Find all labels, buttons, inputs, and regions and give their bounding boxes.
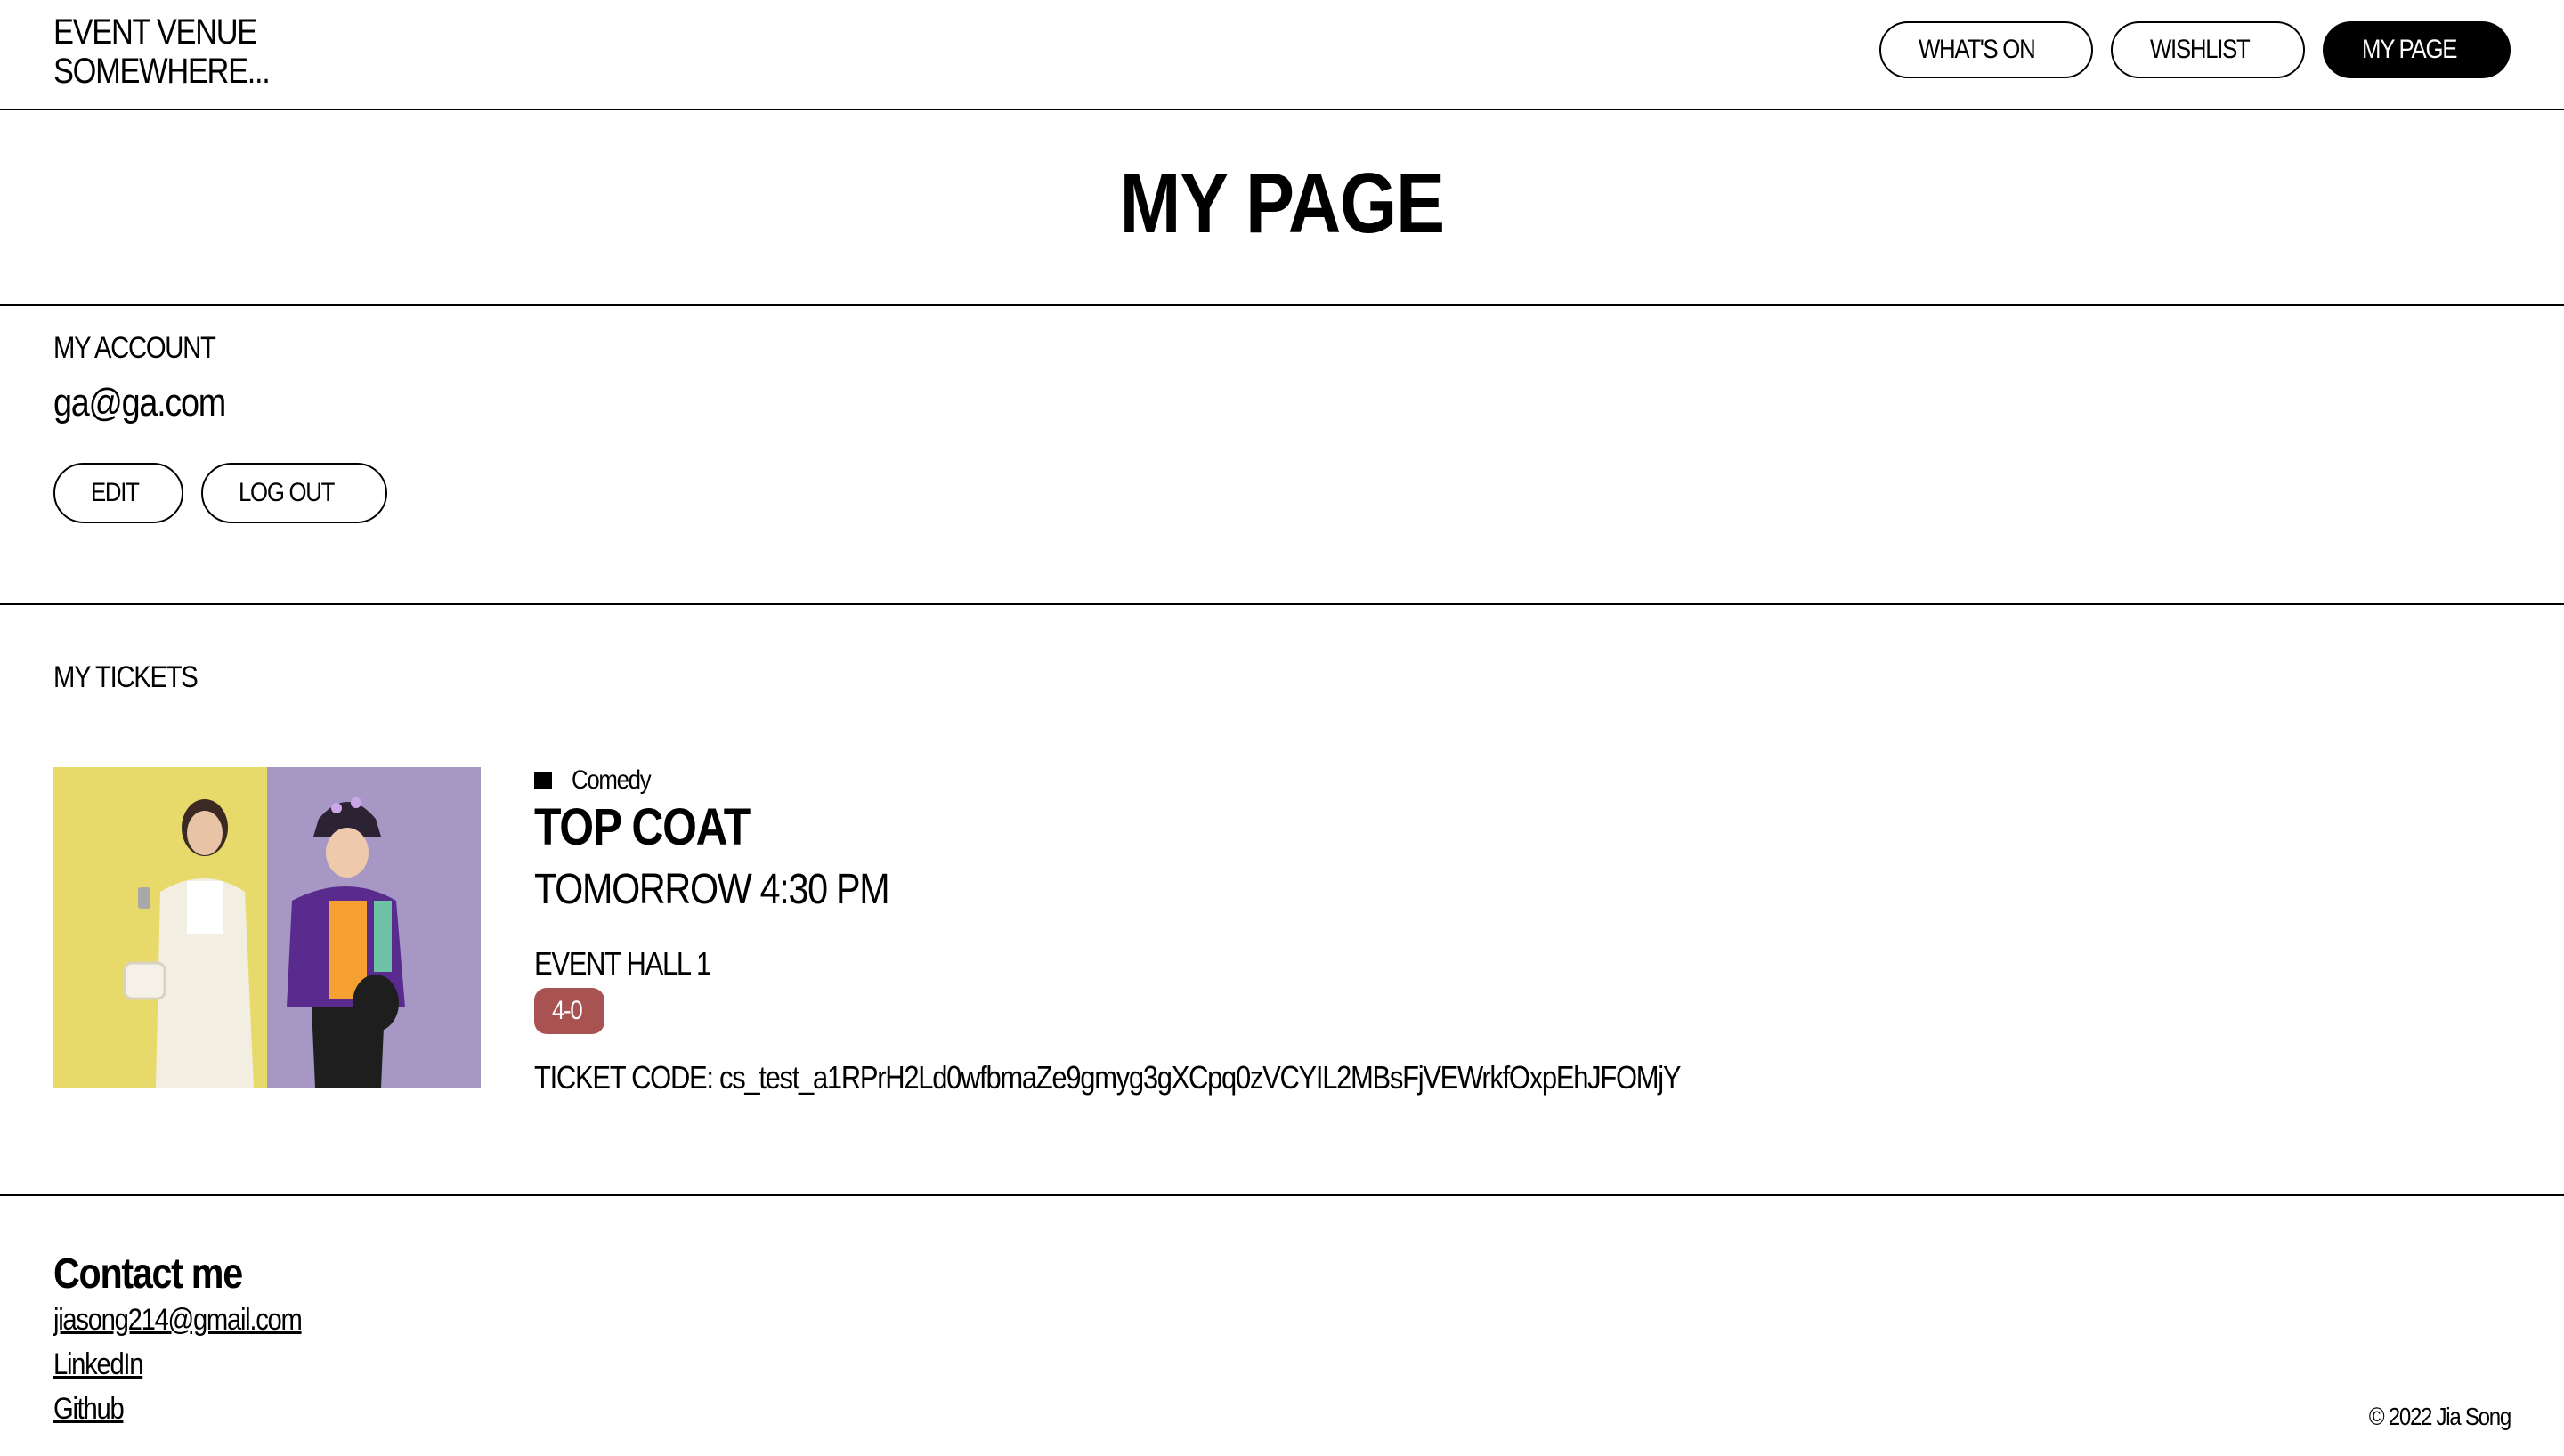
account-section: MY ACCOUNT ga@ga.com EDIT LOG OUT bbox=[0, 306, 2564, 605]
seat-badge: 4-0 bbox=[534, 988, 604, 1034]
edit-button[interactable]: EDIT bbox=[53, 463, 184, 523]
event-hall: EVENT HALL 1 bbox=[534, 945, 739, 983]
copyright-text: © 2022 Jia Song bbox=[2368, 1403, 2511, 1430]
logout-button[interactable]: LOG OUT bbox=[201, 463, 387, 523]
logout-button-label: LOG OUT bbox=[239, 478, 335, 507]
account-label-text: MY ACCOUNT bbox=[53, 331, 216, 365]
nav-my-page-label: MY PAGE bbox=[2361, 35, 2457, 64]
contact-email-link[interactable]: jiasong214@gmail.com bbox=[53, 1303, 342, 1338]
brand-line-1: EVENT VENUE bbox=[53, 12, 257, 52]
tickets-label: MY TICKETS bbox=[53, 660, 221, 695]
title-section: MY PAGE bbox=[0, 110, 2564, 306]
main-nav: WHAT'S ON WISHLIST MY PAGE bbox=[1879, 21, 2511, 78]
contact-email-text: jiasong214@gmail.com bbox=[53, 1303, 303, 1337]
seat-badge-text: 4-0 bbox=[552, 996, 583, 1025]
copyright: © 2022 Jia Song bbox=[2346, 1403, 2511, 1431]
account-email: ga@ga.com bbox=[53, 381, 253, 425]
nav-wishlist-label: WISHLIST bbox=[2149, 35, 2251, 64]
event-category-text: Comedy bbox=[572, 765, 652, 795]
event-name-text: TOP COAT bbox=[534, 798, 751, 856]
page-title: MY PAGE bbox=[0, 155, 2564, 253]
event-time: TOMORROW 4:30 PM bbox=[534, 865, 946, 914]
nav-wishlist-button[interactable]: WISHLIST bbox=[2110, 21, 2305, 78]
nav-whats-on-label: WHAT'S ON bbox=[1919, 35, 2036, 64]
event-time-text: TOMORROW 4:30 PM bbox=[534, 866, 890, 913]
contact-title: Contact me bbox=[53, 1250, 272, 1298]
category-square-icon bbox=[534, 772, 552, 789]
account-email-text: ga@ga.com bbox=[53, 381, 226, 425]
event-category: Comedy bbox=[534, 765, 663, 796]
ticket-code-text: TICKET CODE: cs_test_a1RPrH2Ld0wfbmaZe9g… bbox=[534, 1059, 1681, 1096]
linkedin-link[interactable]: LinkedIn bbox=[53, 1347, 158, 1382]
nav-whats-on-button[interactable]: WHAT'S ON bbox=[1879, 21, 2093, 78]
tickets-label-text: MY TICKETS bbox=[53, 660, 199, 694]
event-hall-text: EVENT HALL 1 bbox=[534, 945, 711, 982]
page-title-text: MY PAGE bbox=[1119, 156, 1445, 251]
site-brand[interactable]: EVENT VENUE SOMEWHERE... bbox=[53, 12, 304, 91]
github-text: Github bbox=[53, 1392, 125, 1426]
event-name[interactable]: TOP COAT bbox=[534, 797, 784, 857]
contact-title-text: Contact me bbox=[53, 1250, 243, 1298]
github-link[interactable]: Github bbox=[53, 1392, 134, 1427]
account-label: MY ACCOUNT bbox=[53, 331, 241, 366]
linkedin-text: LinkedIn bbox=[53, 1347, 144, 1381]
ticket-code: TICKET CODE: cs_test_a1RPrH2Ld0wfbmaZe9g… bbox=[534, 1059, 1867, 1096]
event-image[interactable] bbox=[53, 767, 481, 1088]
nav-my-page-button[interactable]: MY PAGE bbox=[2322, 21, 2511, 78]
account-actions: EDIT LOG OUT bbox=[53, 463, 387, 523]
site-header: EVENT VENUE SOMEWHERE... WHAT'S ON WISHL… bbox=[0, 0, 2564, 110]
tickets-section: MY TICKETS Comedy TOP COAT TOMORROW 4:30… bbox=[0, 605, 2564, 1196]
event-photo-illustration bbox=[123, 797, 405, 1088]
brand-line-2: SOMEWHERE... bbox=[53, 52, 271, 91]
edit-button-label: EDIT bbox=[91, 478, 140, 507]
